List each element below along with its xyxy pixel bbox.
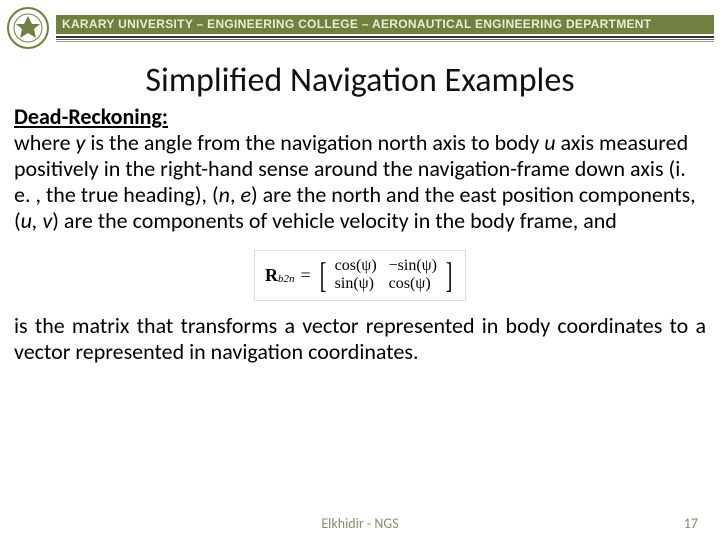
text: , — [230, 181, 240, 208]
matrix-subscript: b2n — [278, 273, 295, 285]
matrix-cell: sin(ψ) — [335, 275, 377, 293]
matrix-col2: −sin(ψ) cos(ψ) — [389, 257, 437, 294]
matrix-cell: −sin(ψ) — [389, 257, 437, 275]
matrix-col1: cos(ψ) sin(ψ) — [335, 257, 377, 294]
university-logo — [6, 6, 50, 50]
matrix-cell: cos(ψ) — [389, 275, 437, 293]
banner-text: KARARY UNIVERSITY – ENGINEERING COLLEGE … — [56, 15, 714, 34]
matrix-cell: cos(ψ) — [335, 257, 377, 275]
header-bar: KARARY UNIVERSITY – ENGINEERING COLLEGE … — [0, 0, 720, 54]
var-u: u — [544, 129, 555, 156]
equation-block: Rb2n = [ cos(ψ) sin(ψ) −sin(ψ) cos(ψ) ] — [14, 250, 706, 301]
paragraph-2: is the matrix that transforms a vector r… — [14, 313, 706, 365]
text: ) are the components of vehicle velocity… — [52, 207, 617, 234]
section-subheading: Dead-Reckoning: — [14, 103, 706, 130]
slide-title: Simplified Navigation Examples — [0, 60, 720, 101]
rotation-matrix-equation: Rb2n = [ cos(ψ) sin(ψ) −sin(ψ) cos(ψ) ] — [254, 250, 466, 301]
paragraph-1: where y is the angle from the navigation… — [14, 130, 706, 234]
slide-footer: Elkhidir - NGS 17 — [0, 515, 720, 532]
matrix-symbol: R — [265, 265, 278, 286]
right-bracket-icon: ] — [446, 257, 453, 293]
text: is the angle from the navigation north a… — [85, 129, 544, 156]
footer-author: Elkhidir - NGS — [0, 515, 720, 532]
equals-sign: = — [300, 265, 310, 286]
left-bracket-icon: [ — [319, 257, 326, 293]
text: where — [14, 129, 76, 156]
var-y: y — [76, 129, 86, 156]
var-e: e — [240, 181, 251, 208]
var-uv: u, v — [21, 207, 53, 234]
header-divider — [56, 36, 714, 42]
var-n: n — [219, 181, 230, 208]
